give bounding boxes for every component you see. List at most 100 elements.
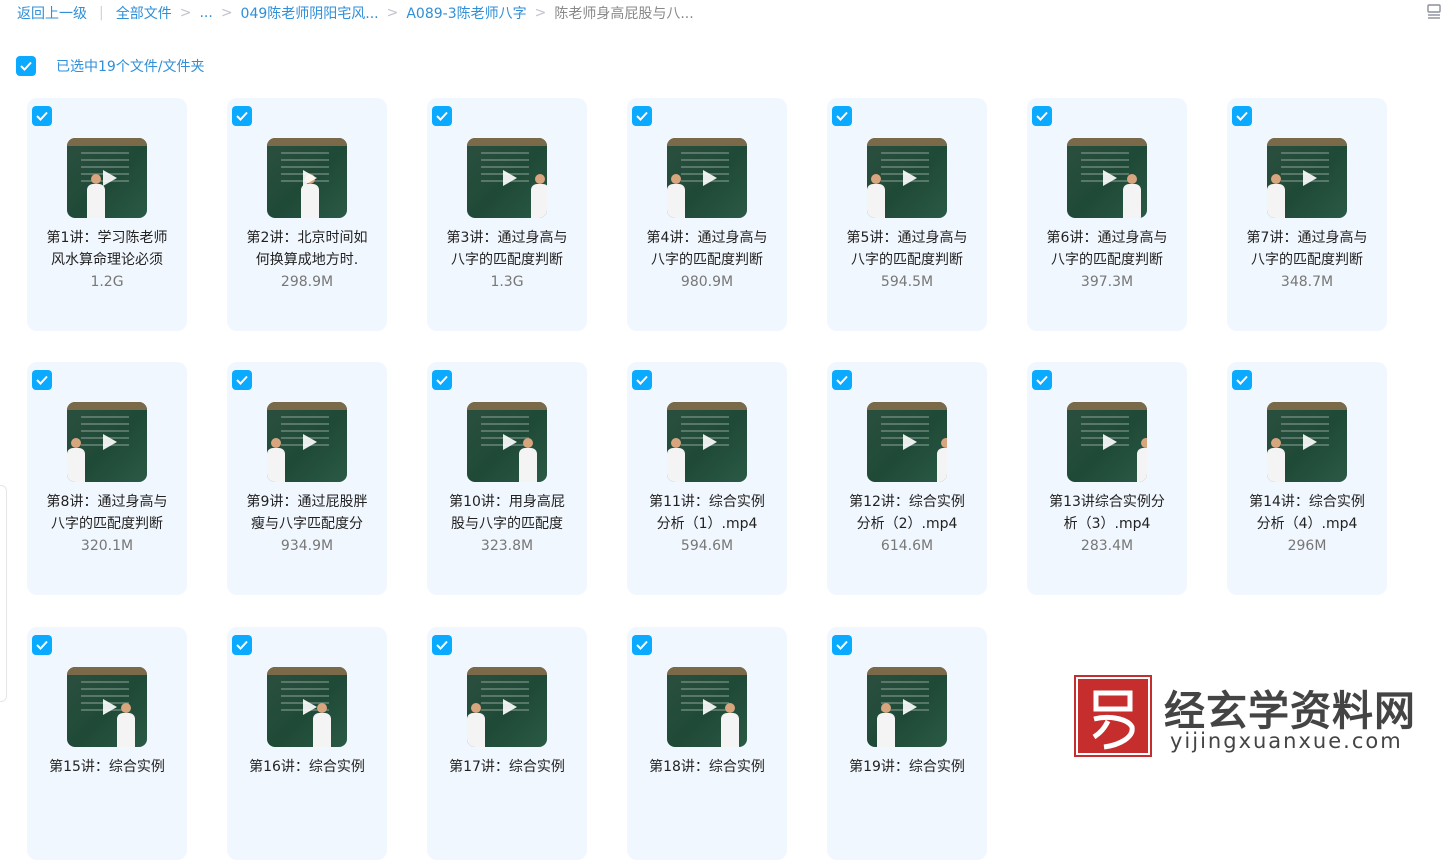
file-checkbox[interactable] <box>632 370 652 390</box>
file-card[interactable]: 第12讲：综合实例 分析（2）.mp4 614.6M <box>827 362 987 595</box>
video-thumbnail[interactable] <box>267 402 347 482</box>
file-checkbox[interactable] <box>1232 106 1252 126</box>
play-icon <box>903 434 917 450</box>
video-thumbnail[interactable] <box>867 402 947 482</box>
video-thumbnail[interactable] <box>67 138 147 218</box>
breadcrumb-folder-1[interactable]: 049陈老师阴阳宅风... <box>241 3 379 23</box>
file-name: 第11讲：综合实例 分析（1）.mp4 <box>637 491 777 535</box>
breadcrumb-ellipsis[interactable]: ... <box>199 5 212 21</box>
file-card[interactable]: 第5讲：通过身高与 八字的匹配度判断 594.5M <box>827 98 987 331</box>
file-card[interactable]: 第17讲：综合实例 <box>427 627 587 860</box>
file-name-line-2: 分析（1）.mp4 <box>656 516 758 532</box>
check-icon <box>1236 375 1248 385</box>
file-name-line-2: 八字的匹配度判断 <box>51 516 163 532</box>
file-checkbox[interactable] <box>32 635 52 655</box>
file-name: 第7讲：通过身高与 八字的匹配度判断 <box>1237 227 1377 271</box>
video-thumbnail[interactable] <box>467 402 547 482</box>
file-checkbox[interactable] <box>432 635 452 655</box>
check-icon <box>1036 375 1048 385</box>
file-card[interactable]: 第2讲：北京时间如 何换算成地方时. 298.9M <box>227 98 387 331</box>
breadcrumb-folder-2[interactable]: A089-3陈老师八字 <box>406 3 526 23</box>
file-checkbox[interactable] <box>1232 370 1252 390</box>
video-thumbnail[interactable] <box>67 402 147 482</box>
file-card[interactable]: 第14讲：综合实例 分析（4）.mp4 296M <box>1227 362 1387 595</box>
breadcrumb-divider: | <box>99 5 104 21</box>
play-icon <box>103 170 117 186</box>
file-checkbox[interactable] <box>432 370 452 390</box>
check-icon <box>36 640 48 650</box>
select-all-checkbox[interactable] <box>16 56 36 76</box>
video-thumbnail[interactable] <box>267 138 347 218</box>
video-thumbnail[interactable] <box>867 138 947 218</box>
file-checkbox[interactable] <box>632 635 652 655</box>
file-checkbox[interactable] <box>1032 370 1052 390</box>
check-icon <box>20 61 32 71</box>
check-icon <box>236 375 248 385</box>
file-checkbox[interactable] <box>832 370 852 390</box>
file-card[interactable]: 第9讲：通过屁股胖 瘦与八字匹配度分 934.9M <box>227 362 387 595</box>
video-thumbnail[interactable] <box>667 667 747 747</box>
play-icon <box>1103 170 1117 186</box>
video-thumbnail[interactable] <box>667 402 747 482</box>
file-checkbox[interactable] <box>432 106 452 126</box>
video-thumbnail[interactable] <box>67 667 147 747</box>
video-thumbnail[interactable] <box>467 138 547 218</box>
file-card[interactable]: 第8讲：通过身高与 八字的匹配度判断 320.1M <box>27 362 187 595</box>
file-checkbox[interactable] <box>632 106 652 126</box>
file-card[interactable]: 第3讲：通过身高与 八字的匹配度判断 1.3G <box>427 98 587 331</box>
file-checkbox[interactable] <box>1032 106 1052 126</box>
file-card[interactable]: 第16讲：综合实例 <box>227 627 387 860</box>
file-checkbox[interactable] <box>32 370 52 390</box>
play-icon <box>503 434 517 450</box>
file-card[interactable]: 第11讲：综合实例 分析（1）.mp4 594.6M <box>627 362 787 595</box>
file-checkbox[interactable] <box>232 370 252 390</box>
file-size: 1.2G <box>90 274 124 290</box>
file-card[interactable]: 第15讲：综合实例 <box>27 627 187 860</box>
video-thumbnail[interactable] <box>1267 138 1347 218</box>
check-icon <box>1036 111 1048 121</box>
file-name-line-2: 瘦与八字匹配度分 <box>251 516 363 532</box>
file-checkbox[interactable] <box>832 635 852 655</box>
breadcrumb-all-files[interactable]: 全部文件 <box>116 3 172 23</box>
check-icon <box>36 111 48 121</box>
file-size: 980.9M <box>680 274 734 290</box>
video-thumbnail[interactable] <box>1067 138 1147 218</box>
file-name-line-2: 风水算命理论必须 <box>51 252 163 268</box>
file-checkbox[interactable] <box>232 635 252 655</box>
file-checkbox[interactable] <box>32 106 52 126</box>
file-card[interactable]: 第1讲：学习陈老师 风水算命理论必须 1.2G <box>27 98 187 331</box>
list-view-icon[interactable] <box>1426 3 1442 19</box>
play-icon <box>703 699 717 715</box>
file-size: 298.9M <box>280 274 334 290</box>
file-card[interactable]: 第13讲综合实例分 析（3）.mp4 283.4M <box>1027 362 1187 595</box>
file-card[interactable]: 第10讲：用身高屁 股与八字的匹配度 323.8M <box>427 362 587 595</box>
file-checkbox[interactable] <box>232 106 252 126</box>
breadcrumb-chevron-icon: > <box>179 5 192 21</box>
video-thumbnail[interactable] <box>667 138 747 218</box>
back-link[interactable]: 返回上一级 <box>17 3 87 23</box>
file-card[interactable]: 第4讲：通过身高与 八字的匹配度判断 980.9M <box>627 98 787 331</box>
file-checkbox[interactable] <box>832 106 852 126</box>
file-size: 614.6M <box>880 538 934 554</box>
file-name-line-1: 第10讲：用身高屁 <box>449 494 565 510</box>
breadcrumb-chevron-icon: > <box>386 5 399 21</box>
breadcrumb-chevron-icon: > <box>534 5 547 21</box>
video-thumbnail[interactable] <box>867 667 947 747</box>
file-name-line-1: 第7讲：通过身高与 <box>1246 230 1368 246</box>
video-thumbnail[interactable] <box>1067 402 1147 482</box>
video-thumbnail[interactable] <box>467 667 547 747</box>
check-icon <box>436 375 448 385</box>
file-name-line-1: 第1讲：学习陈老师 <box>46 230 168 246</box>
video-thumbnail[interactable] <box>267 667 347 747</box>
file-card[interactable]: 第7讲：通过身高与 八字的匹配度判断 348.7M <box>1227 98 1387 331</box>
file-card[interactable]: 第19讲：综合实例 <box>827 627 987 860</box>
file-name-line-1: 第8讲：通过身高与 <box>46 494 168 510</box>
file-name: 第4讲：通过身高与 八字的匹配度判断 <box>637 227 777 271</box>
play-icon <box>503 699 517 715</box>
file-card[interactable]: 第6讲：通过身高与 八字的匹配度判断 397.3M <box>1027 98 1187 331</box>
file-name-line-1: 第14讲：综合实例 <box>1249 494 1365 510</box>
file-name: 第2讲：北京时间如 何换算成地方时. <box>237 227 377 271</box>
video-thumbnail[interactable] <box>1267 402 1347 482</box>
check-icon <box>636 111 648 121</box>
file-card[interactable]: 第18讲：综合实例 <box>627 627 787 860</box>
